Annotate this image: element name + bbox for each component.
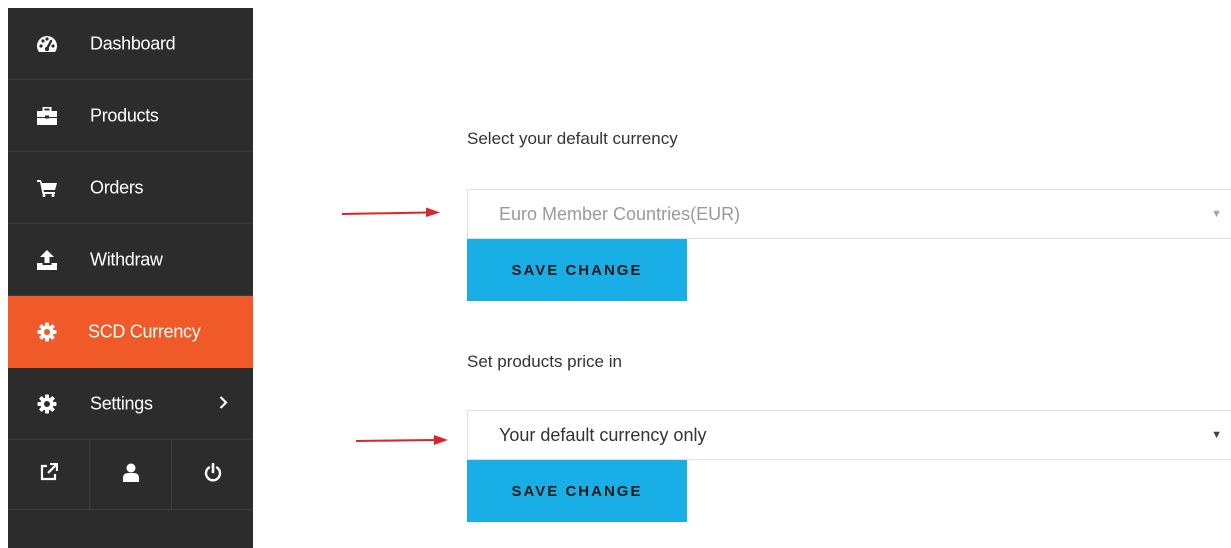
- dropdown-caret-icon: ▼: [1211, 208, 1222, 220]
- briefcase-icon: [36, 105, 58, 127]
- chevron-right-icon: [219, 393, 228, 414]
- sidebar-item-label: Orders: [90, 177, 144, 197]
- active-indicator: [253, 319, 265, 344]
- sidebar-quick-actions: [8, 440, 253, 510]
- dropdown-caret-icon: ▼: [1211, 429, 1222, 441]
- price-setting-label: Set products price in: [467, 352, 622, 371]
- default-currency-label: Select your default currency: [467, 129, 678, 148]
- sidebar-item-dashboard[interactable]: Dashboard: [8, 8, 253, 80]
- default-currency-value: Euro Member Countries(EUR): [499, 203, 741, 224]
- sidebar-item-orders[interactable]: Orders: [8, 152, 253, 224]
- save-price-setting-button[interactable]: SAVE CHANGE: [467, 460, 687, 522]
- sidebar-item-products[interactable]: Products: [8, 80, 253, 152]
- external-link-icon: [40, 462, 58, 486]
- default-currency-select[interactable]: Euro Member Countries(EUR) ▼: [467, 189, 1231, 239]
- gear-icon: [36, 321, 58, 343]
- logout-button[interactable]: [172, 440, 253, 509]
- sidebar-item-withdraw[interactable]: Withdraw: [8, 224, 253, 296]
- visit-store-button[interactable]: [8, 440, 90, 509]
- upload-icon: [36, 249, 58, 271]
- gear-icon: [36, 393, 58, 415]
- sidebar-item-label: Products: [90, 105, 159, 125]
- cart-icon: [36, 177, 58, 199]
- price-setting-value: Your default currency only: [499, 424, 707, 445]
- price-setting-select[interactable]: Your default currency only ▼: [467, 410, 1231, 460]
- sidebar-item-label: Settings: [90, 393, 153, 413]
- power-icon: [204, 462, 222, 487]
- annotation-arrow: [342, 207, 440, 217]
- sidebar-item-scd-currency[interactable]: SCD Currency: [8, 296, 265, 368]
- save-default-currency-button[interactable]: SAVE CHANGE: [467, 239, 687, 301]
- sidebar-item-label: Dashboard: [90, 33, 176, 53]
- annotation-arrow: [356, 435, 448, 445]
- dashboard-icon: [36, 33, 58, 55]
- user-icon: [122, 463, 139, 487]
- profile-button[interactable]: [90, 440, 172, 509]
- sidebar-item-label: SCD Currency: [88, 321, 201, 341]
- sidebar: Dashboard Products Orders Withdraw SCD C…: [8, 8, 265, 548]
- sidebar-item-label: Withdraw: [90, 249, 163, 269]
- sidebar-item-settings[interactable]: Settings: [8, 368, 253, 440]
